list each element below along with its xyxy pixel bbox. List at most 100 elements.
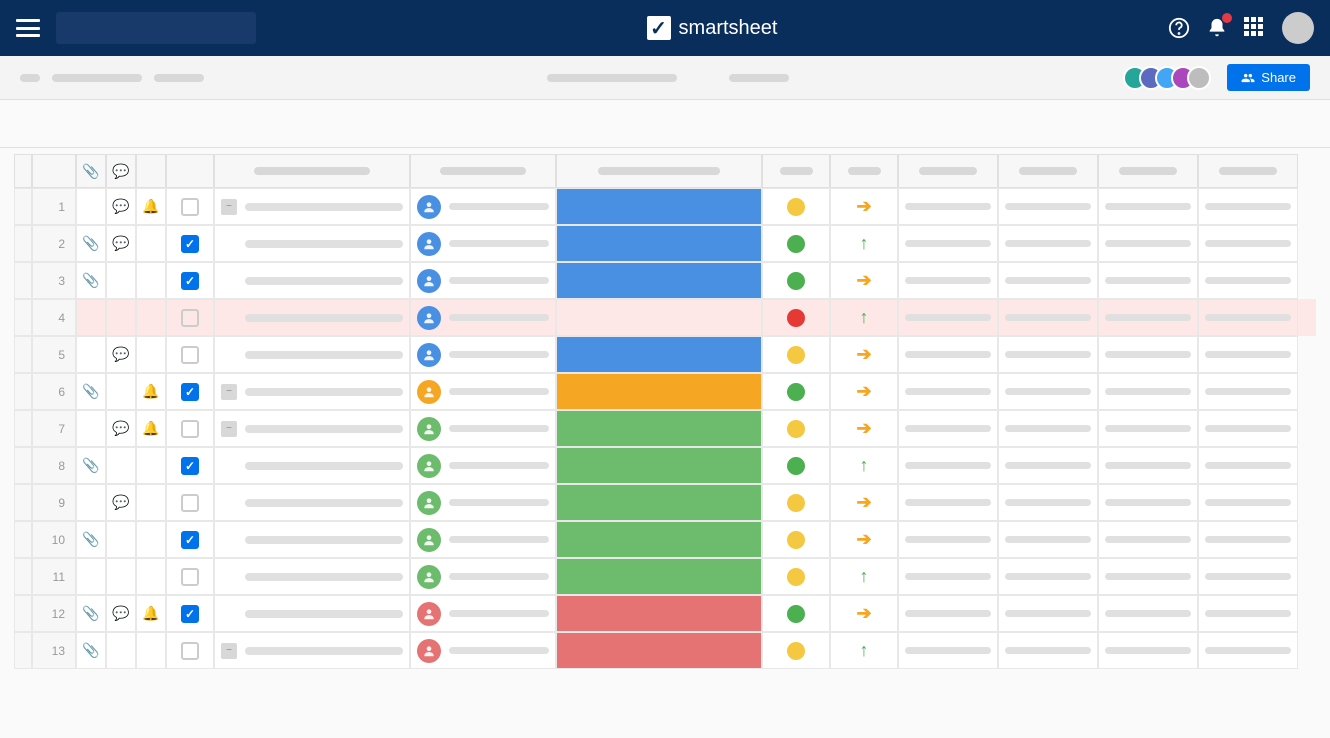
data-cell[interactable] bbox=[1198, 484, 1298, 521]
attachment-cell[interactable] bbox=[76, 484, 106, 521]
reminder-cell[interactable]: 🔔 bbox=[136, 373, 166, 410]
checkbox-cell[interactable] bbox=[166, 632, 214, 669]
data-cell[interactable] bbox=[1198, 521, 1298, 558]
comment-column-header[interactable]: 💬 bbox=[106, 154, 136, 188]
direction-cell[interactable]: ↑ bbox=[830, 632, 898, 669]
reminder-cell[interactable]: 🔔 bbox=[136, 595, 166, 632]
attachment-cell[interactable] bbox=[76, 188, 106, 225]
reminder-column-header[interactable] bbox=[136, 154, 166, 188]
row-handle[interactable] bbox=[14, 225, 32, 262]
data-cell[interactable] bbox=[998, 521, 1098, 558]
row-handle[interactable] bbox=[14, 447, 32, 484]
data-cell[interactable] bbox=[1098, 336, 1198, 373]
direction-cell[interactable]: ↑ bbox=[830, 447, 898, 484]
checkbox[interactable] bbox=[181, 420, 199, 438]
assignee-cell[interactable] bbox=[410, 521, 556, 558]
data-cell[interactable] bbox=[998, 336, 1098, 373]
text-cell[interactable] bbox=[214, 558, 410, 595]
data-cell[interactable] bbox=[998, 410, 1098, 447]
assignee-cell[interactable] bbox=[410, 447, 556, 484]
attachment-cell[interactable] bbox=[76, 336, 106, 373]
checkbox-cell[interactable] bbox=[166, 299, 214, 336]
column-header[interactable] bbox=[762, 154, 830, 188]
collapse-icon[interactable]: − bbox=[221, 199, 237, 215]
crumb-item[interactable] bbox=[154, 74, 204, 82]
data-cell[interactable] bbox=[998, 225, 1098, 262]
data-cell[interactable] bbox=[1098, 558, 1198, 595]
comment-cell[interactable] bbox=[106, 447, 136, 484]
direction-cell[interactable]: ➔ bbox=[830, 484, 898, 521]
direction-cell[interactable]: ➔ bbox=[830, 336, 898, 373]
text-cell[interactable] bbox=[214, 262, 410, 299]
data-cell[interactable] bbox=[998, 447, 1098, 484]
data-cell[interactable] bbox=[1098, 188, 1198, 225]
assignee-cell[interactable] bbox=[410, 373, 556, 410]
data-cell[interactable] bbox=[1098, 447, 1198, 484]
attachment-cell[interactable]: 📎 bbox=[76, 225, 106, 262]
checkbox[interactable] bbox=[181, 272, 199, 290]
status-cell[interactable] bbox=[556, 558, 762, 595]
reminder-cell[interactable] bbox=[136, 521, 166, 558]
data-cell[interactable] bbox=[898, 558, 998, 595]
reminder-cell[interactable]: 🔔 bbox=[136, 410, 166, 447]
row-handle[interactable] bbox=[14, 373, 32, 410]
data-cell[interactable] bbox=[1198, 558, 1298, 595]
crumb-item[interactable] bbox=[52, 74, 142, 82]
assignee-cell[interactable] bbox=[410, 225, 556, 262]
data-cell[interactable] bbox=[1198, 299, 1298, 336]
data-cell[interactable] bbox=[1098, 299, 1198, 336]
text-cell[interactable] bbox=[214, 447, 410, 484]
text-cell[interactable]: − bbox=[214, 373, 410, 410]
table-row[interactable]: 8📎↑ bbox=[14, 447, 1316, 484]
data-cell[interactable] bbox=[1198, 632, 1298, 669]
data-cell[interactable] bbox=[898, 373, 998, 410]
rag-cell[interactable] bbox=[762, 373, 830, 410]
data-cell[interactable] bbox=[898, 262, 998, 299]
row-handle[interactable] bbox=[14, 632, 32, 669]
rag-cell[interactable] bbox=[762, 188, 830, 225]
data-cell[interactable] bbox=[898, 336, 998, 373]
attachment-cell[interactable] bbox=[76, 410, 106, 447]
attachment-cell[interactable]: 📎 bbox=[76, 262, 106, 299]
attachment-cell[interactable]: 📎 bbox=[76, 595, 106, 632]
text-cell[interactable] bbox=[214, 484, 410, 521]
rag-cell[interactable] bbox=[762, 484, 830, 521]
data-cell[interactable] bbox=[898, 484, 998, 521]
menu-icon[interactable] bbox=[16, 19, 40, 37]
data-cell[interactable] bbox=[898, 447, 998, 484]
text-cell[interactable] bbox=[214, 225, 410, 262]
checkbox[interactable] bbox=[181, 605, 199, 623]
data-cell[interactable] bbox=[998, 595, 1098, 632]
column-header[interactable] bbox=[214, 154, 410, 188]
column-header[interactable] bbox=[830, 154, 898, 188]
assignee-cell[interactable] bbox=[410, 410, 556, 447]
checkbox-cell[interactable] bbox=[166, 521, 214, 558]
attachment-column-header[interactable]: 📎 bbox=[76, 154, 106, 188]
data-cell[interactable] bbox=[998, 262, 1098, 299]
attachment-cell[interactable]: 📎 bbox=[76, 521, 106, 558]
reminder-cell[interactable] bbox=[136, 336, 166, 373]
checkbox[interactable] bbox=[181, 235, 199, 253]
status-cell[interactable] bbox=[556, 410, 762, 447]
reminder-cell[interactable] bbox=[136, 447, 166, 484]
checkbox-cell[interactable] bbox=[166, 336, 214, 373]
data-cell[interactable] bbox=[1198, 595, 1298, 632]
direction-cell[interactable]: ➔ bbox=[830, 521, 898, 558]
checkbox[interactable] bbox=[181, 383, 199, 401]
rag-cell[interactable] bbox=[762, 632, 830, 669]
table-row[interactable]: 5💬➔ bbox=[14, 336, 1316, 373]
row-handle[interactable] bbox=[14, 299, 32, 336]
row-handle[interactable] bbox=[14, 410, 32, 447]
reminder-cell[interactable] bbox=[136, 632, 166, 669]
assignee-cell[interactable] bbox=[410, 188, 556, 225]
checkbox-column-header[interactable] bbox=[166, 154, 214, 188]
comment-cell[interactable] bbox=[106, 262, 136, 299]
data-cell[interactable] bbox=[998, 558, 1098, 595]
comment-cell[interactable]: 💬 bbox=[106, 595, 136, 632]
comment-cell[interactable]: 💬 bbox=[106, 225, 136, 262]
comment-cell[interactable] bbox=[106, 521, 136, 558]
status-cell[interactable] bbox=[556, 373, 762, 410]
data-cell[interactable] bbox=[898, 521, 998, 558]
comment-cell[interactable] bbox=[106, 558, 136, 595]
comment-cell[interactable] bbox=[106, 299, 136, 336]
